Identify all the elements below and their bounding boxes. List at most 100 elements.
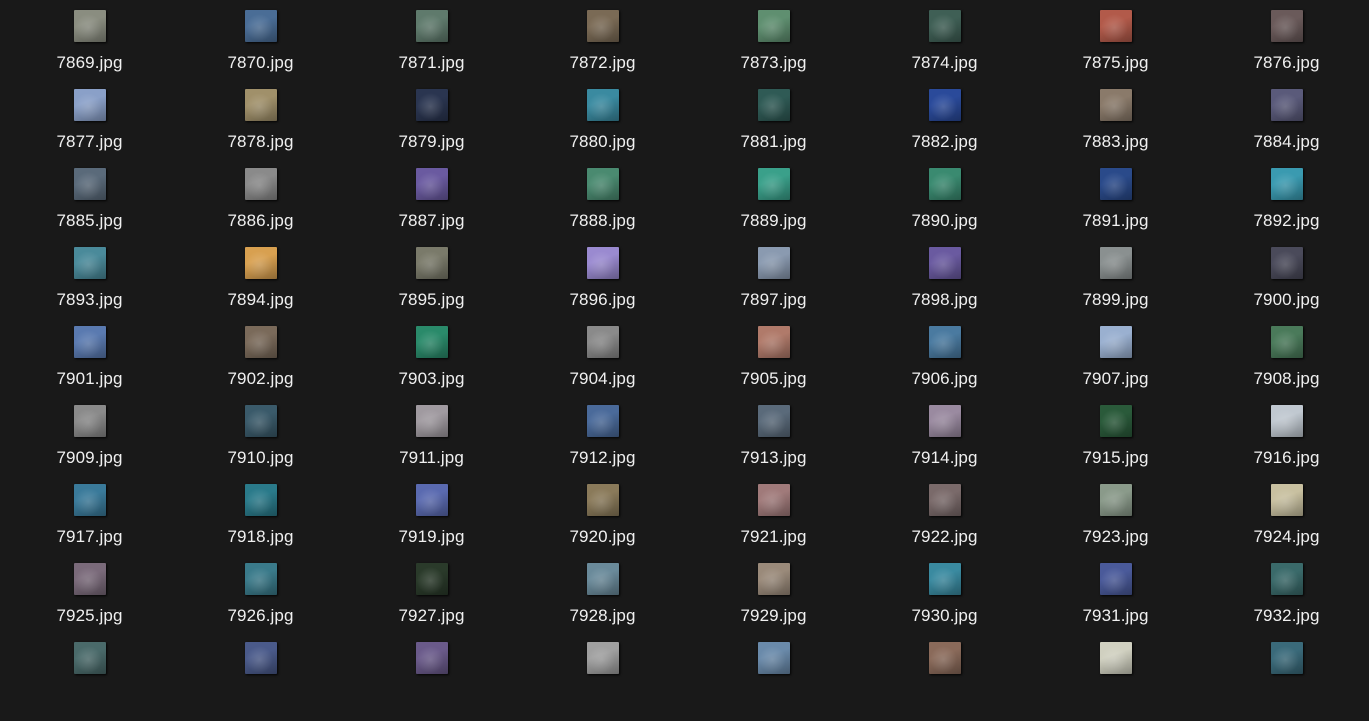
file-name-label: 7877.jpg — [56, 132, 123, 151]
file-item[interactable]: 7899.jpg — [1030, 247, 1201, 326]
image-thumbnail — [73, 10, 106, 42]
image-thumbnail — [1270, 563, 1303, 595]
file-item[interactable]: 7893.jpg — [4, 247, 175, 326]
image-thumbnail — [1270, 405, 1303, 437]
file-item[interactable]: 7874.jpg — [859, 10, 1030, 89]
file-item[interactable]: 7901.jpg — [4, 326, 175, 405]
file-item[interactable]: 7920.jpg — [517, 484, 688, 563]
file-item[interactable]: 7891.jpg — [1030, 168, 1201, 247]
file-name-label: 7931.jpg — [1082, 606, 1149, 625]
file-item[interactable]: 7912.jpg — [517, 405, 688, 484]
file-item[interactable]: 7890.jpg — [859, 168, 1030, 247]
file-item[interactable]: 7926.jpg — [175, 563, 346, 642]
file-item[interactable]: 7879.jpg — [346, 89, 517, 168]
file-item[interactable] — [1030, 642, 1201, 721]
file-item[interactable]: 7876.jpg — [1201, 10, 1369, 89]
file-item[interactable]: 7900.jpg — [1201, 247, 1369, 326]
file-item[interactable]: 7927.jpg — [346, 563, 517, 642]
file-item[interactable]: 7904.jpg — [517, 326, 688, 405]
file-item[interactable]: 7872.jpg — [517, 10, 688, 89]
image-thumbnail — [73, 642, 106, 674]
file-item[interactable]: 7930.jpg — [859, 563, 1030, 642]
file-name-label: 7924.jpg — [1253, 527, 1320, 546]
file-item[interactable] — [1201, 642, 1369, 721]
file-item[interactable]: 7878.jpg — [175, 89, 346, 168]
file-name-label: 7898.jpg — [911, 290, 978, 309]
file-item[interactable]: 7875.jpg — [1030, 10, 1201, 89]
file-item[interactable]: 7886.jpg — [175, 168, 346, 247]
file-item[interactable]: 7892.jpg — [1201, 168, 1369, 247]
file-item[interactable]: 7887.jpg — [346, 168, 517, 247]
file-item[interactable]: 7913.jpg — [688, 405, 859, 484]
image-thumbnail — [757, 405, 790, 437]
file-item[interactable]: 7871.jpg — [346, 10, 517, 89]
file-item[interactable]: 7919.jpg — [346, 484, 517, 563]
file-name-label: 7874.jpg — [911, 53, 978, 72]
file-name-label: 7892.jpg — [1253, 211, 1320, 230]
image-thumbnail — [1270, 89, 1303, 121]
file-item[interactable]: 7906.jpg — [859, 326, 1030, 405]
file-item[interactable]: 7889.jpg — [688, 168, 859, 247]
file-item[interactable]: 7924.jpg — [1201, 484, 1369, 563]
file-item[interactable]: 7894.jpg — [175, 247, 346, 326]
file-item[interactable]: 7910.jpg — [175, 405, 346, 484]
file-item[interactable]: 7881.jpg — [688, 89, 859, 168]
file-item[interactable]: 7873.jpg — [688, 10, 859, 89]
file-item[interactable]: 7883.jpg — [1030, 89, 1201, 168]
file-item[interactable]: 7903.jpg — [346, 326, 517, 405]
file-item[interactable]: 7932.jpg — [1201, 563, 1369, 642]
file-item[interactable]: 7917.jpg — [4, 484, 175, 563]
image-thumbnail — [1270, 642, 1303, 674]
image-thumbnail — [586, 10, 619, 42]
file-item[interactable]: 7905.jpg — [688, 326, 859, 405]
image-thumbnail — [928, 642, 961, 674]
file-item[interactable]: 7916.jpg — [1201, 405, 1369, 484]
file-item[interactable]: 7921.jpg — [688, 484, 859, 563]
file-item[interactable]: 7882.jpg — [859, 89, 1030, 168]
file-name-label: 7879.jpg — [398, 132, 465, 151]
image-thumbnail — [586, 89, 619, 121]
image-thumbnail — [73, 563, 106, 595]
file-item[interactable]: 7870.jpg — [175, 10, 346, 89]
file-item[interactable]: 7931.jpg — [1030, 563, 1201, 642]
file-item[interactable]: 7925.jpg — [4, 563, 175, 642]
file-item[interactable]: 7902.jpg — [175, 326, 346, 405]
image-thumbnail — [586, 168, 619, 200]
file-name-label: 7906.jpg — [911, 369, 978, 388]
file-item[interactable]: 7908.jpg — [1201, 326, 1369, 405]
file-name-label: 7883.jpg — [1082, 132, 1149, 151]
file-item[interactable]: 7895.jpg — [346, 247, 517, 326]
file-item[interactable]: 7929.jpg — [688, 563, 859, 642]
image-thumbnail — [73, 89, 106, 121]
file-item[interactable]: 7896.jpg — [517, 247, 688, 326]
file-item[interactable]: 7915.jpg — [1030, 405, 1201, 484]
image-thumbnail — [1099, 642, 1132, 674]
file-item[interactable] — [346, 642, 517, 721]
file-item[interactable] — [688, 642, 859, 721]
file-item[interactable]: 7918.jpg — [175, 484, 346, 563]
file-item[interactable]: 7909.jpg — [4, 405, 175, 484]
file-item[interactable]: 7914.jpg — [859, 405, 1030, 484]
file-item[interactable]: 7922.jpg — [859, 484, 1030, 563]
file-item[interactable] — [175, 642, 346, 721]
file-item[interactable]: 7869.jpg — [4, 10, 175, 89]
file-item[interactable]: 7928.jpg — [517, 563, 688, 642]
file-item[interactable] — [517, 642, 688, 721]
file-item[interactable] — [859, 642, 1030, 721]
file-name-label: 7881.jpg — [740, 132, 807, 151]
file-item[interactable]: 7888.jpg — [517, 168, 688, 247]
file-item[interactable]: 7897.jpg — [688, 247, 859, 326]
file-item[interactable]: 7923.jpg — [1030, 484, 1201, 563]
file-item[interactable]: 7880.jpg — [517, 89, 688, 168]
image-thumbnail — [928, 405, 961, 437]
file-name-label: 7912.jpg — [569, 448, 636, 467]
file-item[interactable]: 7907.jpg — [1030, 326, 1201, 405]
file-item[interactable]: 7884.jpg — [1201, 89, 1369, 168]
file-name-label: 7890.jpg — [911, 211, 978, 230]
file-name-label: 7899.jpg — [1082, 290, 1149, 309]
file-item[interactable]: 7911.jpg — [346, 405, 517, 484]
file-item[interactable] — [4, 642, 175, 721]
file-item[interactable]: 7885.jpg — [4, 168, 175, 247]
file-item[interactable]: 7877.jpg — [4, 89, 175, 168]
file-item[interactable]: 7898.jpg — [859, 247, 1030, 326]
